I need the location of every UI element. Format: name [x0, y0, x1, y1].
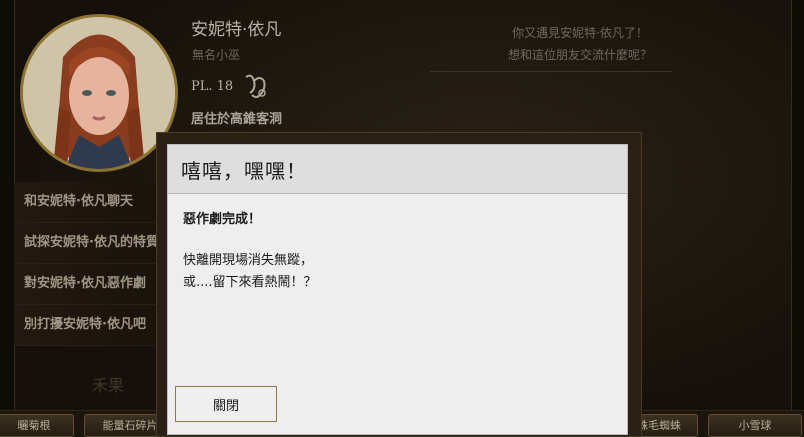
left-frame-edge	[0, 0, 15, 410]
inventory-item[interactable]: 曬菊根	[0, 414, 74, 437]
dialog-message-line-2: 或....留下來看熱鬧！？	[183, 275, 317, 290]
npc-portrait	[20, 14, 178, 172]
action-probe-trait[interactable]: 試探安妮特·依凡的特質	[14, 223, 164, 264]
npc-greeting: 你又遇見安妮特·依凡了！ 想和這位朋友交流什麼呢？	[430, 22, 730, 66]
npc-title: 無名小巫	[192, 48, 241, 62]
dialog-message-line-1: 快離開現場消失無蹤，	[183, 253, 314, 268]
greeting-line-2: 想和這位朋友交流什麼呢？	[507, 48, 652, 62]
greeting-line-1: 你又遇見安妮特·依凡了！	[512, 26, 648, 40]
right-frame-edge	[791, 0, 804, 410]
greeting-divider	[430, 71, 672, 72]
dialog-body: 惡作劇完成！ 快離開現場消失無蹤， 或....留下來看熱鬧！？	[168, 194, 627, 294]
action-prank[interactable]: 對安妮特·依凡惡作劇	[14, 264, 164, 305]
dialog-header: 嘻嘻，嘿嘿！	[168, 145, 627, 194]
npc-residence: 居住於高錐客洞	[191, 112, 283, 127]
dialog-heading: 惡作劇完成！	[183, 212, 262, 227]
close-button[interactable]: 關閉	[175, 386, 277, 422]
prank-result-dialog: 嘻嘻，嘿嘿！ 惡作劇完成！ 快離開現場消失無蹤， 或....留下來看熱鬧！？ 關…	[167, 144, 628, 435]
npc-name: 安妮特·依凡	[191, 20, 282, 40]
dialog-title: 嘻嘻，嘿嘿！	[181, 158, 307, 183]
action-leave-alone[interactable]: 別打擾安妮特·依凡吧	[14, 305, 164, 346]
zodiac-sign-icon	[242, 71, 270, 101]
action-chat[interactable]: 和安妮特·依凡聊天	[14, 182, 164, 223]
npc-level: PL. 18	[191, 79, 234, 94]
interaction-menu: 和安妮特·依凡聊天 試探安妮特·依凡的特質 對安妮特·依凡惡作劇 別打擾安妮特·…	[14, 182, 164, 346]
portrait-image	[23, 17, 175, 169]
inventory-item[interactable]: 小雪球	[708, 414, 802, 437]
faded-background-label: 禾果	[92, 376, 125, 395]
